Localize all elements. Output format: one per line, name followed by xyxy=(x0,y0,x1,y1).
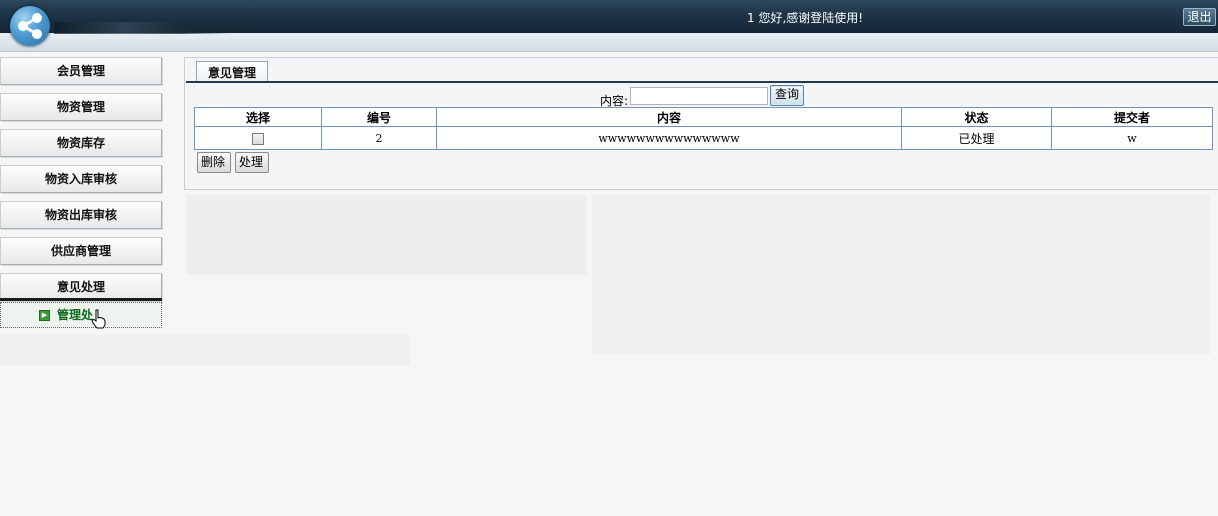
table-row: 2 wwwwwwwwwwwwwww 已处理 w xyxy=(194,126,1213,150)
sidebar-item-feedback-handling[interactable]: 意见处理 xyxy=(0,273,162,301)
hand-pointer-icon xyxy=(91,309,106,329)
column-header-content: 内容 xyxy=(436,107,902,127)
sidebar-divider xyxy=(0,298,162,301)
sidebar-item-outbound-review[interactable]: 物资出库审核 xyxy=(0,201,162,229)
sidebar-item-member-management[interactable]: 会员管理 xyxy=(0,57,162,85)
background-artifact xyxy=(592,195,1210,355)
share-logo-icon xyxy=(10,6,50,46)
logout-button[interactable]: 退出 xyxy=(1183,8,1216,26)
process-button[interactable]: 处理 xyxy=(235,152,269,173)
submitter-cell: w xyxy=(1051,126,1213,150)
content-cell: wwwwwwwwwwwwwww xyxy=(436,126,902,150)
column-header-status: 状态 xyxy=(901,107,1052,127)
sidebar-item-material-management[interactable]: 物资管理 xyxy=(0,93,162,121)
status-cell: 已处理 xyxy=(901,126,1052,150)
id-cell: 2 xyxy=(321,126,437,150)
background-artifact xyxy=(186,195,586,275)
sidebar-item-material-stock[interactable]: 物资库存 xyxy=(0,129,162,157)
column-header-submitter: 提交者 xyxy=(1051,107,1213,127)
arrow-right-icon: ▶ xyxy=(39,310,50,321)
sidebar-item-inbound-review[interactable]: 物资入库审核 xyxy=(0,165,162,193)
welcome-message: 1 您好,感谢登陆使用! xyxy=(747,11,864,25)
delete-button[interactable]: 删除 xyxy=(197,152,231,173)
table-header-row: 选择 编号 内容 状态 提交者 xyxy=(194,107,1213,127)
row-checkbox[interactable] xyxy=(252,132,264,145)
logo-wordmark xyxy=(54,22,234,34)
column-header-select: 选择 xyxy=(194,107,322,127)
sidebar-subitem-label: 管理处 xyxy=(57,308,94,322)
tab-feedback-management[interactable]: 意见管理 xyxy=(196,61,268,83)
feedback-table: 选择 编号 内容 状态 提交者 2 wwwwwwwwwwwwwww 已处理 w xyxy=(194,107,1213,150)
column-header-id: 编号 xyxy=(321,107,437,127)
background-artifact xyxy=(0,335,410,365)
query-button[interactable]: 查询 xyxy=(770,85,804,106)
sub-bar xyxy=(0,33,1218,52)
select-cell xyxy=(194,126,322,150)
tab-underline xyxy=(186,81,1218,83)
sidebar-subitem-manage[interactable]: ▶ 管理处 xyxy=(0,302,162,329)
sidebar-item-supplier-management[interactable]: 供应商管理 xyxy=(0,237,162,265)
content-search-input[interactable] xyxy=(630,87,768,105)
